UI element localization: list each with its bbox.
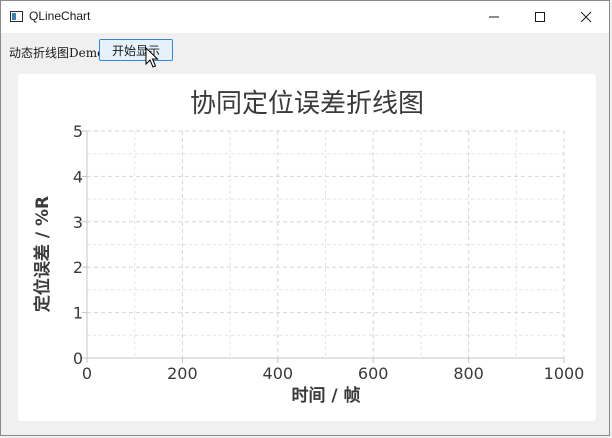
- x-tick-label: 400: [263, 364, 294, 383]
- minimize-button[interactable]: [471, 1, 517, 33]
- close-button[interactable]: [563, 1, 609, 33]
- window-title: QLineChart: [29, 9, 91, 23]
- title-bar[interactable]: QLineChart: [1, 1, 609, 33]
- y-tick-label: 5: [73, 122, 83, 141]
- y-tick-label: 1: [73, 304, 83, 323]
- minimize-icon: [489, 16, 499, 18]
- app-window: QLineChart 动态折线图Demo 开始显示 0 200 400 600 800 1…: [0, 0, 610, 436]
- x-tick-label: 800: [453, 364, 484, 383]
- chart-panel: 0 200 400 600 800 1000 0 1 2 3 4 5 协同定位误差折线图 时间 / 帧…: [18, 74, 596, 421]
- close-icon: [580, 11, 592, 23]
- x-tick-label: 0: [82, 364, 92, 383]
- x-tick-label: 600: [358, 364, 389, 383]
- x-axis-label: 时间 / 帧: [291, 385, 360, 406]
- maximize-button[interactable]: [517, 1, 563, 33]
- start-display-button[interactable]: 开始显示: [99, 39, 173, 61]
- y-tick-label: 2: [73, 258, 83, 277]
- y-axis-label: 定位误差 / %R: [32, 196, 53, 312]
- app-icon: [10, 11, 23, 22]
- y-tick-label: 4: [73, 167, 83, 186]
- mouse-cursor-icon: [145, 47, 159, 68]
- chart-title: 协同定位误差折线图: [190, 89, 424, 119]
- y-tick-label: 0: [73, 349, 83, 368]
- maximize-icon: [535, 12, 545, 22]
- demo-label: 动态折线图Demo: [9, 46, 105, 60]
- y-tick-label: 3: [73, 213, 83, 232]
- x-tick-label: 1000: [544, 364, 585, 383]
- line-chart: 0 200 400 600 800 1000 0 1 2 3 4 5 协同定位误差折线图 时间 / 帧…: [32, 89, 585, 406]
- x-tick-label: 200: [167, 364, 198, 383]
